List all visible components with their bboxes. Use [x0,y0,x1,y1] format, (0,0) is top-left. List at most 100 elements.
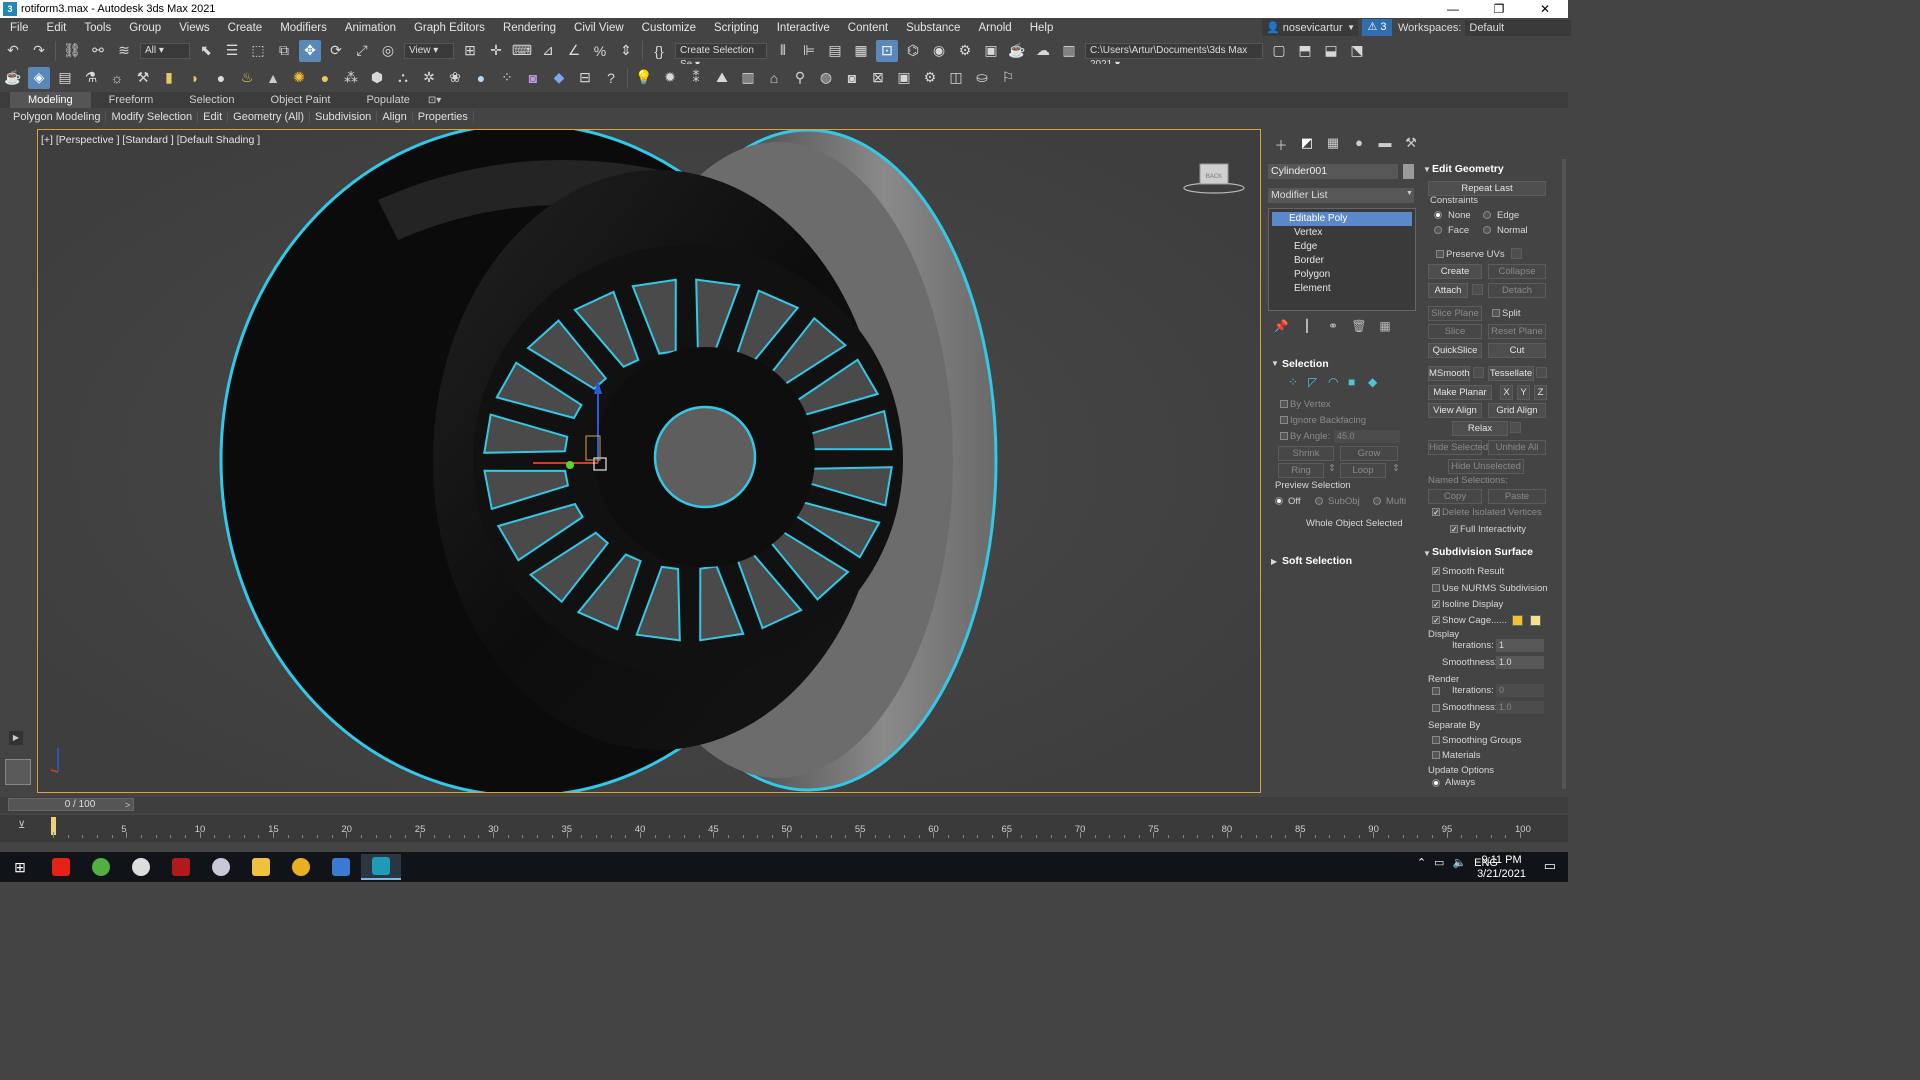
selection-filter-select[interactable]: All ▾ [140,42,190,59]
msmooth-button[interactable]: MSmooth [1428,366,1470,381]
taskbar-3dsmax[interactable] [361,854,401,880]
preview-subobj-radio[interactable] [1315,497,1323,505]
select-move-icon[interactable]: ✥ [299,39,321,62]
tessellate-button[interactable]: Tessellate [1488,366,1534,381]
taskbar-photos[interactable] [321,854,361,880]
maximize-button[interactable]: ❐ [1476,0,1522,18]
menu-group[interactable]: Group [119,22,169,34]
ribbon-polygon-modeling[interactable]: Polygon Modeling [8,110,107,123]
sphere-primitive-icon[interactable]: ◗ [184,67,206,89]
make-planar-button[interactable]: Make Planar [1428,385,1492,400]
cone-icon[interactable]: ▲ [262,67,284,89]
planar-x-button[interactable]: X [1500,385,1513,400]
slice-button[interactable]: Slice [1428,324,1482,339]
collapse-subdivision-icon[interactable]: ▼ [1423,549,1431,558]
constraint-edge-radio[interactable] [1483,211,1491,219]
select-place-icon[interactable]: ◎ [377,40,399,62]
utilities-tab-icon[interactable]: ⚒ [1398,135,1424,155]
unhide-all-button[interactable]: Unhide All [1488,440,1546,455]
light-lister-icon[interactable]: ⚗ [80,67,102,89]
full-interactivity-checkbox[interactable]: ✓ [1450,525,1458,534]
hide-selected-button[interactable]: Hide Selected [1428,440,1488,455]
undo-icon[interactable]: ↶ [2,40,24,62]
element-mode-icon[interactable]: ◆ [1368,375,1388,389]
ribbon-edit[interactable]: Edit [198,110,229,123]
area-light-icon[interactable]: ⚲ [789,67,811,89]
ignore-backfacing-checkbox[interactable] [1280,416,1288,424]
user-account-dropdown[interactable]: 👤 nosevicartur ▼ [1262,19,1358,36]
tessellate-settings-button[interactable] [1536,367,1547,378]
menu-civil-view[interactable]: Civil View [564,22,632,34]
arnold-camera-icon[interactable]: ◙ [841,67,863,89]
stack-item-border[interactable]: Border [1269,254,1415,268]
curve-editor-icon[interactable]: ⊡ [876,39,898,62]
isoline-checkbox[interactable]: ✓ [1432,600,1440,609]
menu-rendering[interactable]: Rendering [493,22,564,34]
ribbon-properties[interactable]: Properties [413,110,474,123]
constraint-none-radio[interactable] [1434,211,1442,219]
repeat-last-button[interactable]: Repeat Last [1428,181,1546,196]
menu-tools[interactable]: Tools [74,22,119,34]
bulb-icon[interactable]: 💡 [633,67,655,89]
track-bar[interactable]: ⊻ 5 10 15 20 25 30 35 40 45 50 55 60 65 70 75 80 85 90 95 1… [0,815,1568,842]
menu-animation[interactable]: Animation [335,22,404,34]
render-production-icon[interactable]: ☕ [1006,40,1028,62]
tab-object-paint[interactable]: Object Paint [253,94,349,106]
copy-button[interactable]: Copy [1428,489,1482,504]
smooth-result-checkbox[interactable]: ✓ [1432,567,1440,576]
ribbon-geometry-all[interactable]: Geometry (All) [228,110,311,123]
remove-modifier-icon[interactable]: 🗑 [1346,319,1372,333]
configure-sets-icon[interactable]: ▦ [1372,319,1398,333]
grid-align-button[interactable]: Grid Align [1488,403,1546,418]
view-align-button[interactable]: View Align [1428,403,1482,418]
ribbon-options-icon[interactable]: ⊡▾ [428,95,441,106]
vertex-mode-icon[interactable]: ⁘ [1288,375,1308,389]
angle-spinner[interactable]: 45.0 [1334,430,1400,443]
start-button[interactable]: ⊞ [0,854,40,880]
edge-mode-icon[interactable]: ◸ [1308,375,1328,389]
tab-populate[interactable]: Populate [348,94,427,106]
display-iterations-spinner[interactable]: 1 [1496,639,1544,652]
denoiser-icon[interactable]: ▣ [893,67,915,89]
modify-tab-icon[interactable]: ◩ [1294,135,1320,155]
manage-scene-states-icon[interactable]: ⬓ [1320,40,1342,62]
viewport-label[interactable]: [+] [Perspective ] [Standard ] [Default … [41,134,260,146]
notifications-button[interactable]: ⚠ 3 [1362,19,1392,36]
tab-modeling[interactable]: Modeling [10,92,91,108]
edit-geometry-rollout-title[interactable]: Edit Geometry [1432,162,1504,176]
split-checkbox[interactable] [1492,309,1500,317]
planar-y-button[interactable]: Y [1517,385,1530,400]
project-folder-select[interactable]: C:\Users\Artur\Documents\3ds Max 2021 ▾ [1085,42,1263,70]
spinner-snap-icon[interactable]: ⇕ [615,40,637,62]
taskbar-app-3[interactable] [121,854,161,880]
edit-named-selections-icon[interactable]: {} [648,40,670,62]
use-nurms-checkbox[interactable] [1432,584,1440,592]
scene-converter-icon[interactable]: ◫ [945,67,967,89]
export-ass-icon[interactable]: ⊟ [574,67,596,89]
panel-scrollbar[interactable] [1562,159,1566,789]
create-tab-icon[interactable]: ＋ [1268,135,1294,155]
hierarchy-tab-icon[interactable]: ▦ [1320,135,1346,155]
volume-icon[interactable]: ⛬ [392,67,414,89]
render-shortcuts-icon[interactable]: ▥ [1058,40,1080,62]
constraint-face-radio[interactable] [1434,226,1442,234]
open-explorer-icon[interactable]: ▢ [1268,40,1290,62]
selection-rollout-title[interactable]: Selection [1282,357,1329,371]
menu-file[interactable]: File [0,22,37,34]
viewport-layout-icon[interactable] [5,759,31,785]
slice-plane-button[interactable]: Slice Plane [1428,306,1482,321]
network-icon[interactable]: ▭ [1434,856,1444,869]
redo-icon[interactable]: ↷ [28,40,50,62]
render-in-cloud-icon[interactable]: ☁ [1032,40,1054,62]
display-tab-icon[interactable]: ▬ [1372,135,1398,155]
keyboard-shortcut-icon[interactable]: ⌨ [511,40,533,62]
notification-center-icon[interactable]: ▭ [1544,858,1556,874]
object-name-field[interactable]: Cylinder001 [1268,164,1398,179]
cage-color-swatch-2[interactable] [1530,615,1541,626]
modifier-list-dropdown[interactable]: Modifier List [1268,188,1414,203]
layer-explorer-icon[interactable]: ▤ [824,40,846,62]
taskbar-clock[interactable]: 9:11 PM 3/21/2021 [1477,853,1526,881]
select-scale-icon[interactable]: ⤢ [351,40,373,62]
shader-icon[interactable]: ◙ [522,67,544,89]
preserve-uvs-settings-button[interactable] [1511,248,1522,259]
